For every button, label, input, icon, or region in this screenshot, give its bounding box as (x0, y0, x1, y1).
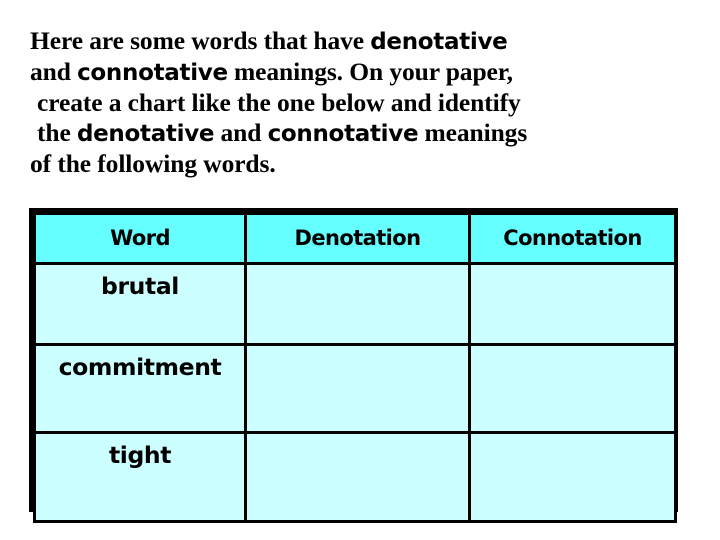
cell-word: commitment (33, 343, 247, 434)
prompt-text: of the following words. (30, 149, 276, 178)
keyword-connotative: connotative (77, 60, 228, 86)
connotation-value (471, 346, 674, 353)
denotation-connotation-chart: Word Denotation Connotation brutal commi… (29, 208, 678, 523)
prompt-line-5: of the following words. (30, 149, 692, 179)
column-header-denotation: Denotation (244, 212, 471, 265)
cell-denotation[interactable] (244, 343, 471, 434)
table-row: tight (33, 431, 677, 523)
prompt-text: and (30, 57, 78, 86)
cell-denotation[interactable] (244, 262, 471, 346)
cell-word: brutal (33, 262, 247, 346)
prompt-line-1: Here are some words that have denotative (30, 26, 692, 57)
cell-word: tight (33, 431, 247, 523)
denotation-value (247, 434, 468, 441)
chart-table: Word Denotation Connotation brutal commi… (33, 212, 677, 523)
cell-connotation[interactable] (468, 343, 677, 434)
prompt-text: meanings (418, 118, 528, 147)
denotation-value (247, 265, 468, 272)
prompt-text: the (37, 118, 77, 147)
word-label: commitment (58, 353, 222, 381)
prompt-text: Here are some words that have (30, 26, 371, 55)
table-row: brutal (33, 262, 677, 346)
prompt-line-4: the denotative and connotative meanings (30, 118, 692, 149)
prompt-text: meanings. On your paper, (227, 57, 513, 86)
column-header-connotation: Connotation (468, 212, 677, 265)
table-header: Word Denotation Connotation (33, 212, 677, 265)
prompt-line-2: and connotative meanings. On your paper, (30, 57, 692, 88)
connotation-value (471, 265, 674, 272)
prompt-text: and (214, 118, 268, 147)
keyword-denotative: denotative (76, 121, 215, 147)
cell-connotation[interactable] (468, 431, 677, 523)
keyword-denotative: denotative (370, 29, 508, 55)
table-row: commitment (33, 343, 677, 434)
word-label: brutal (101, 272, 179, 300)
word-label: tight (108, 441, 172, 469)
prompt-text: create a chart like the one below and id… (37, 88, 521, 117)
column-header-word: Word (33, 212, 247, 265)
prompt-line-3: create a chart like the one below and id… (30, 88, 692, 118)
denotation-value (247, 346, 468, 353)
table-body: brutal commitment tight (33, 262, 677, 523)
prompt-paragraph: Here are some words that have denotative… (30, 26, 692, 179)
cell-connotation[interactable] (468, 262, 677, 346)
slide-canvas: Here are some words that have denotative… (0, 0, 720, 540)
keyword-connotative: connotative (267, 121, 419, 147)
table-header-row: Word Denotation Connotation (33, 212, 677, 265)
cell-denotation[interactable] (244, 431, 471, 523)
connotation-value (471, 434, 674, 441)
